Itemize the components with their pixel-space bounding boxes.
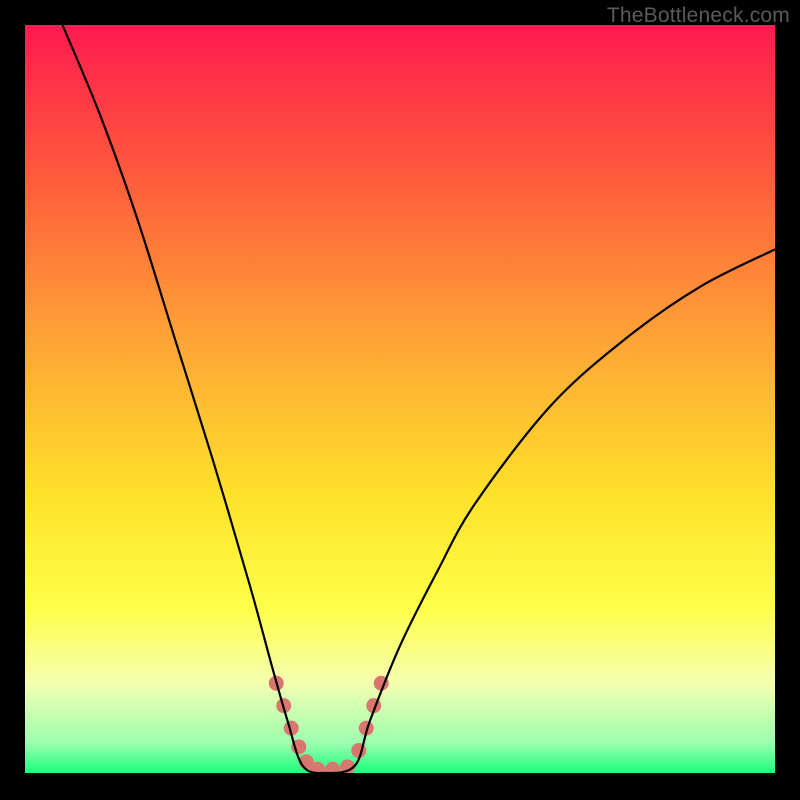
plot-area	[25, 25, 775, 773]
chart-frame: TheBottleneck.com	[0, 0, 800, 800]
gradient-background	[25, 25, 775, 773]
watermark-text: TheBottleneck.com	[607, 4, 790, 28]
bottleneck-chart	[25, 25, 775, 773]
